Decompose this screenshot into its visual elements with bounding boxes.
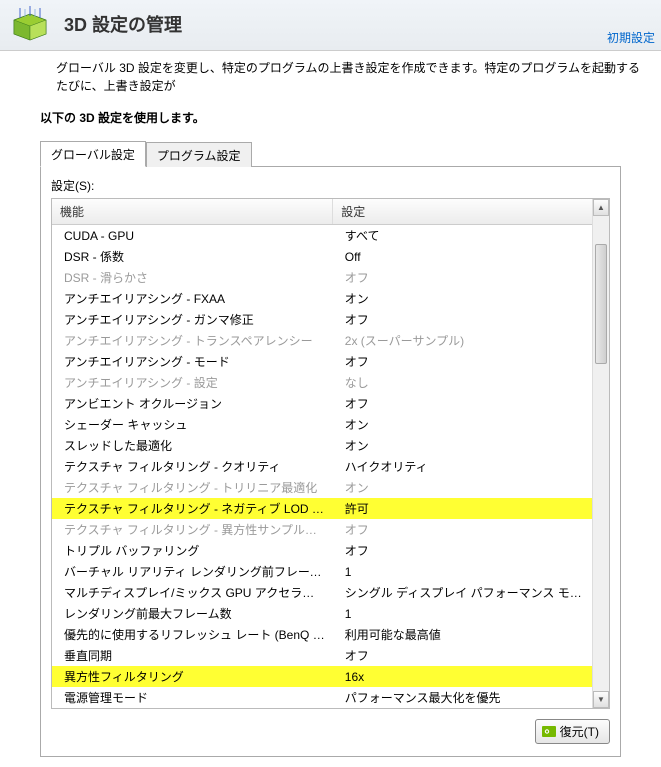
scroll-track[interactable] — [593, 216, 609, 691]
cell-setting[interactable]: 2x (スーパーサンプル) — [333, 330, 592, 351]
tab-global-settings[interactable]: グローバル設定 — [40, 141, 146, 167]
cell-feature: CUDA - GPU — [52, 225, 333, 247]
table-row[interactable]: 異方性フィルタリング16x — [52, 666, 592, 687]
cell-feature: テクスチャ フィルタリング - ネガティブ LOD バイアス — [52, 498, 333, 519]
page-title: 3D 設定の管理 — [64, 11, 182, 37]
settings-table-wrap: 機能 設定 CUDA - GPUすべてDSR - 係数OffDSR - 滑らかさ… — [51, 198, 610, 709]
table-row[interactable]: テクスチャ フィルタリング - 異方性サンプル最適化オフ — [52, 519, 592, 540]
vertical-scrollbar[interactable]: ▲ ▼ — [592, 199, 609, 708]
restore-button-label: 復元(T) — [560, 723, 599, 740]
table-row[interactable]: DSR - 係数Off — [52, 246, 592, 267]
cell-setting[interactable]: 許可 — [333, 498, 592, 519]
cell-setting[interactable]: パフォーマンス最大化を優先 — [333, 687, 592, 708]
reset-defaults-link[interactable]: 初期設定 — [607, 29, 655, 46]
cell-feature: テクスチャ フィルタリング - トリリニア最適化 — [52, 477, 333, 498]
page-description: グローバル 3D 設定を変更し、特定のプログラムの上書き設定を作成できます。特定… — [0, 51, 661, 101]
column-feature[interactable]: 機能 — [52, 199, 333, 225]
tabs-container: グローバル設定 プログラム設定 設定(S): 機能 設定 CUDA - G — [40, 140, 621, 757]
cell-setting[interactable]: オフ — [333, 351, 592, 372]
cell-feature: 電源管理モード — [52, 687, 333, 708]
table-row[interactable]: DSR - 滑らかさオフ — [52, 267, 592, 288]
cell-feature: バーチャル リアリティ レンダリング前フレーム数 — [52, 561, 333, 582]
page-header: 3D 設定の管理 初期設定 — [0, 0, 661, 51]
cell-feature: テクスチャ フィルタリング - 異方性サンプル最適化 — [52, 519, 333, 540]
cell-setting[interactable]: 1 — [333, 561, 592, 582]
cell-setting[interactable]: オフ — [333, 645, 592, 666]
table-row[interactable]: バーチャル リアリティ レンダリング前フレーム数1 — [52, 561, 592, 582]
cell-feature: 優先的に使用するリフレッシュ レート (BenQ XL2420... — [52, 624, 333, 645]
scroll-up-button[interactable]: ▲ — [593, 199, 609, 216]
cell-setting[interactable]: シングル ディスプレイ パフォーマンス モード — [333, 582, 592, 603]
scroll-thumb[interactable] — [595, 244, 607, 364]
cell-setting[interactable]: オフ — [333, 540, 592, 561]
table-row[interactable]: アンチエイリアシング - トランスペアレンシー2x (スーパーサンプル) — [52, 330, 592, 351]
cell-setting[interactable]: オン — [333, 435, 592, 456]
cell-setting[interactable]: 16x — [333, 666, 592, 687]
cell-feature: レンダリング前最大フレーム数 — [52, 603, 333, 624]
cell-feature: トリプル バッファリング — [52, 540, 333, 561]
table-row[interactable]: アンチエイリアシング - ガンマ修正オフ — [52, 309, 592, 330]
table-row[interactable]: 垂直同期オフ — [52, 645, 592, 666]
cell-setting[interactable]: 1 — [333, 603, 592, 624]
cell-feature: アンチエイリアシング - 設定 — [52, 372, 333, 393]
table-row[interactable]: テクスチャ フィルタリング - クオリティハイクオリティ — [52, 456, 592, 477]
table-row[interactable]: 優先的に使用するリフレッシュ レート (BenQ XL2420...利用可能な最… — [52, 624, 592, 645]
cell-feature: DSR - 係数 — [52, 246, 333, 267]
table-row[interactable]: アンチエイリアシング - 設定なし — [52, 372, 592, 393]
table-row[interactable]: スレッドした最適化オン — [52, 435, 592, 456]
section-title: 以下の 3D 設定を使用します。 — [40, 109, 621, 126]
cell-setting[interactable]: オン — [333, 414, 592, 435]
cell-setting[interactable]: オフ — [333, 393, 592, 414]
column-setting[interactable]: 設定 — [333, 199, 592, 225]
table-row[interactable]: テクスチャ フィルタリング - トリリニア最適化オン — [52, 477, 592, 498]
scroll-down-button[interactable]: ▼ — [593, 691, 609, 708]
table-row[interactable]: レンダリング前最大フレーム数1 — [52, 603, 592, 624]
cell-setting[interactable]: オン — [333, 288, 592, 309]
cell-feature: DSR - 滑らかさ — [52, 267, 333, 288]
cell-feature: スレッドした最適化 — [52, 435, 333, 456]
table-row[interactable]: 電源管理モードパフォーマンス最大化を優先 — [52, 687, 592, 708]
cell-setting[interactable]: オフ — [333, 519, 592, 540]
cell-feature: アンチエイリアシング - モード — [52, 351, 333, 372]
cell-feature: テクスチャ フィルタリング - クオリティ — [52, 456, 333, 477]
settings-label: 設定(S): — [51, 177, 610, 194]
cell-feature: シェーダー キャッシュ — [52, 414, 333, 435]
cell-setting[interactable]: オフ — [333, 267, 592, 288]
settings-table: 機能 設定 CUDA - GPUすべてDSR - 係数OffDSR - 滑らかさ… — [52, 199, 592, 708]
table-row[interactable]: アンチエイリアシング - FXAAオン — [52, 288, 592, 309]
header-3d-icon — [10, 6, 52, 42]
cell-setting[interactable]: Off — [333, 246, 592, 267]
table-row[interactable]: アンビエント オクルージョンオフ — [52, 393, 592, 414]
cell-feature: 異方性フィルタリング — [52, 666, 333, 687]
cell-feature: アンチエイリアシング - FXAA — [52, 288, 333, 309]
table-row[interactable]: テクスチャ フィルタリング - ネガティブ LOD バイアス許可 — [52, 498, 592, 519]
cell-feature: アンチエイリアシング - トランスペアレンシー — [52, 330, 333, 351]
cell-feature: アンビエント オクルージョン — [52, 393, 333, 414]
cell-feature: アンチエイリアシング - ガンマ修正 — [52, 309, 333, 330]
cell-setting[interactable]: なし — [333, 372, 592, 393]
cell-setting[interactable]: オン — [333, 477, 592, 498]
cell-setting[interactable]: オフ — [333, 309, 592, 330]
cell-setting[interactable]: ハイクオリティ — [333, 456, 592, 477]
cell-setting[interactable]: 利用可能な最高値 — [333, 624, 592, 645]
table-row[interactable]: トリプル バッファリングオフ — [52, 540, 592, 561]
cell-setting[interactable]: すべて — [333, 225, 592, 247]
table-row[interactable]: シェーダー キャッシュオン — [52, 414, 592, 435]
table-row[interactable]: CUDA - GPUすべて — [52, 225, 592, 247]
tab-program-settings[interactable]: プログラム設定 — [146, 142, 252, 167]
cell-feature: 垂直同期 — [52, 645, 333, 666]
cell-feature: マルチディスプレイ/ミックス GPU アクセラレーション — [52, 582, 333, 603]
restore-button[interactable]: 復元(T) — [535, 719, 610, 744]
table-row[interactable]: マルチディスプレイ/ミックス GPU アクセラレーションシングル ディスプレイ … — [52, 582, 592, 603]
table-row[interactable]: アンチエイリアシング - モードオフ — [52, 351, 592, 372]
